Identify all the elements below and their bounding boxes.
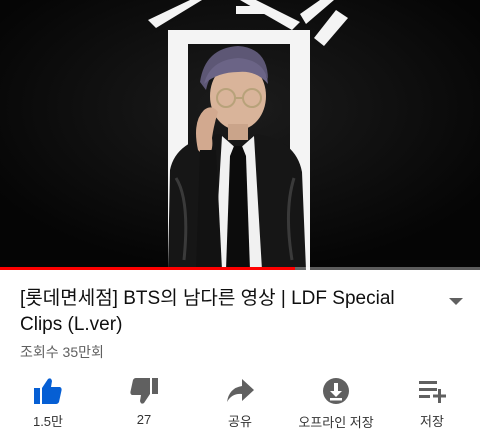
video-frame <box>0 0 480 270</box>
expand-description-icon[interactable] <box>446 294 466 308</box>
thumb-up-icon <box>33 376 63 405</box>
offline-save-button[interactable]: 오프라인 저장 <box>291 374 381 430</box>
dislike-count: 27 <box>136 412 152 427</box>
view-count: 조회수 35만회 <box>20 344 104 360</box>
share-button[interactable]: 공유 <box>195 374 285 430</box>
like-button[interactable]: 1.5만 <box>3 374 93 430</box>
playlist-add-icon <box>417 376 447 405</box>
download-icon <box>321 376 351 406</box>
share-label: 공유 <box>228 414 252 429</box>
save-label: 저장 <box>420 414 444 429</box>
save-to-playlist-button[interactable]: 저장 <box>387 374 477 430</box>
dislike-button[interactable]: 27 <box>99 374 189 430</box>
video-player[interactable] <box>0 0 480 270</box>
video-info-panel: [롯데면세점] BTS의 남다른 영상 | LDF Special Clips … <box>0 270 480 433</box>
like-count: 1.5만 <box>32 414 64 429</box>
video-title[interactable]: [롯데면세점] BTS의 남다른 영상 | LDF Special Clips … <box>20 286 440 338</box>
share-icon <box>225 376 255 405</box>
action-bar: 1.5만 27 공유 오프라인 저장 저장 <box>0 374 480 430</box>
thumb-down-icon <box>129 376 159 406</box>
offline-save-label: 오프라인 저장 <box>298 415 374 430</box>
